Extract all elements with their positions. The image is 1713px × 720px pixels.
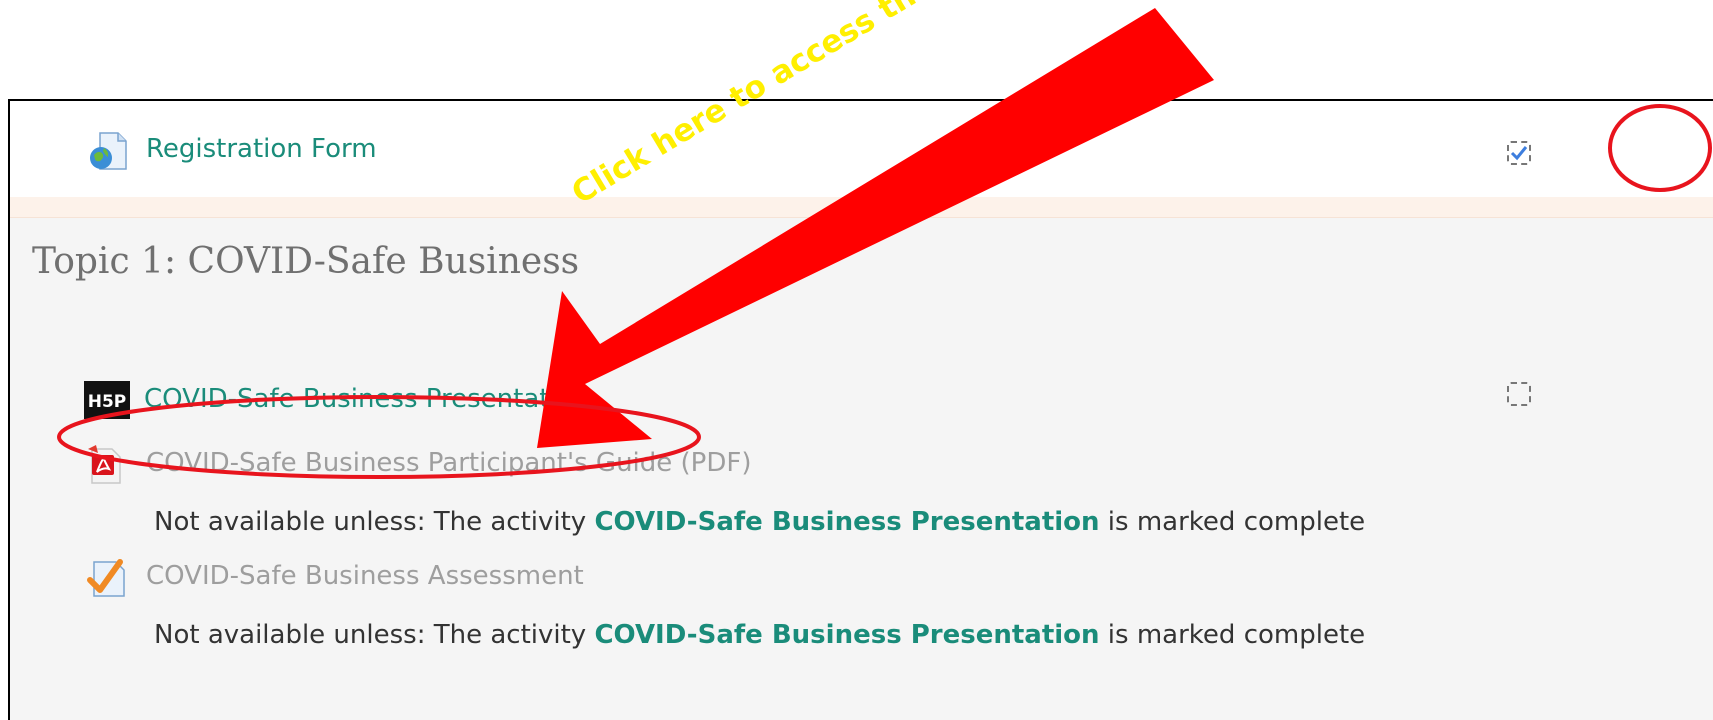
activity-assessment: COVID-Safe Business Assessment bbox=[86, 558, 584, 597]
activity-presentation[interactable]: H5P COVID-Safe Business Presentation bbox=[84, 381, 589, 419]
restriction-activity-link[interactable]: COVID-Safe Business Presentation bbox=[594, 507, 1099, 537]
h5p-icon-text: H5P bbox=[88, 392, 127, 412]
pdf-icon bbox=[86, 445, 132, 484]
course-content-panel: Registration Form Topic 1: COVID-Safe Bu… bbox=[8, 99, 1713, 720]
restriction-suffix: is marked complete bbox=[1099, 507, 1366, 537]
registration-form-link[interactable]: Registration Form bbox=[146, 134, 377, 164]
presentation-completion-checkbox[interactable] bbox=[1507, 382, 1531, 406]
restriction-suffix: is marked complete bbox=[1099, 620, 1366, 650]
participant-guide-label: COVID-Safe Business Participant's Guide … bbox=[146, 448, 752, 478]
activity-participant-guide: COVID-Safe Business Participant's Guide … bbox=[86, 445, 752, 484]
activity-registration-form[interactable]: Registration Form bbox=[86, 131, 377, 170]
restriction-activity-link[interactable]: COVID-Safe Business Presentation bbox=[594, 620, 1099, 650]
registration-completion-checkbox[interactable] bbox=[1507, 141, 1531, 165]
presentation-link[interactable]: COVID-Safe Business Presentation bbox=[144, 384, 589, 414]
section-title: Topic 1: COVID-Safe Business bbox=[32, 241, 580, 282]
restriction-notice: Not available unless: The activity COVID… bbox=[154, 620, 1365, 650]
restriction-notice: Not available unless: The activity COVID… bbox=[154, 507, 1365, 537]
assessment-label: COVID-Safe Business Assessment bbox=[146, 561, 584, 591]
check-icon bbox=[1510, 146, 1528, 161]
restriction-prefix: Not available unless: The activity bbox=[154, 620, 595, 650]
highlight-band bbox=[10, 197, 1713, 218]
restriction-prefix: Not available unless: The activity bbox=[154, 507, 595, 537]
globe-document-icon bbox=[86, 131, 132, 170]
quiz-checkmark-icon bbox=[86, 558, 132, 597]
h5p-icon: H5P bbox=[84, 381, 130, 419]
